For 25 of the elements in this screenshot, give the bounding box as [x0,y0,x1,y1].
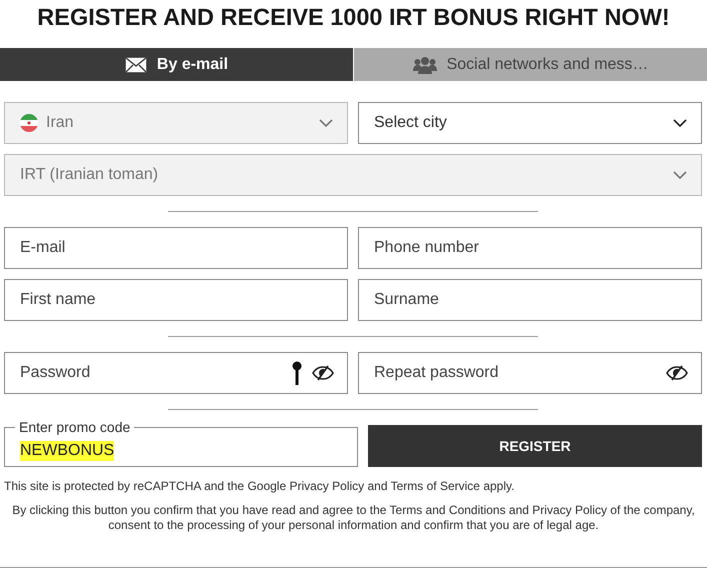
page-title: REGISTER AND RECEIVE 1000 IRT BONUS RIGHT NOW! [36,4,671,32]
input-field[interactable]: Surname [358,279,702,322]
promo-code-value: NEWBONUS [20,441,114,462]
promo-code-field[interactable]: Enter promo code NEWBONUS [4,419,358,468]
password-field[interactable]: Password [4,352,348,394]
flag-icon [20,114,38,132]
hidden-eye-icon[interactable] [666,365,688,382]
register-button[interactable]: REGISTER [368,425,702,468]
people-icon [412,56,437,74]
envelope-icon [124,56,147,72]
consent-note: By clicking this button you confirm that you have read and agree to the Terms and Conditions and Privacy Policy of the company, consent to the processing of your personal information and confirm that you are of legal age. [11,503,696,534]
tab[interactable]: By e-mail [0,48,353,82]
chevron-down-icon [673,171,687,180]
input-field[interactable]: E-mail [4,227,348,270]
select-field[interactable]: Select city [358,102,702,144]
key-icon [292,361,302,386]
password-field[interactable]: Repeat password [358,352,702,394]
field-label: Enter promo code [18,419,132,436]
tab[interactable]: Social networks and mess… [354,48,707,82]
chevron-down-icon [319,119,333,128]
input-field[interactable]: Phone number [358,227,702,270]
recaptcha-note: This site is protected by reCAPTCHA and the Google Privacy Policy and Terms of Service apply. [4,479,516,494]
input-field[interactable]: First name [4,279,348,322]
chevron-down-icon [673,119,687,128]
hidden-eye-icon[interactable] [312,365,334,382]
